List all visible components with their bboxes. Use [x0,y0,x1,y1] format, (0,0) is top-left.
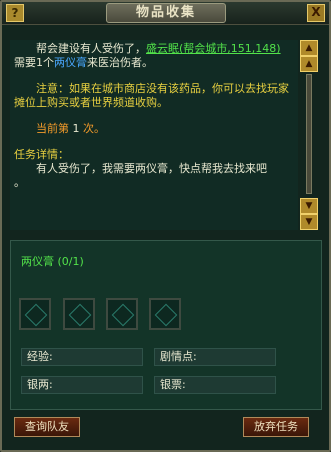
silver-field: 银两: [21,376,143,394]
slot-emblem-icon [111,303,135,327]
item-slot-3[interactable] [106,298,138,330]
scroll-down-icon[interactable]: ▼ [300,198,318,214]
item-link[interactable]: 两仪膏 [54,56,87,69]
slot-emblem-icon [68,303,92,327]
window-title: 物品收集 [106,3,226,23]
current-count-suffix: 次。 [83,122,105,135]
abandon-quest-button[interactable]: 放弃任务 [243,417,309,437]
slot-emblem-icon [154,303,178,327]
quest-text: 需要1个 [14,56,54,69]
quest-line-2: 需要1个两仪膏来医治伤者。 [14,56,294,70]
required-item-label: 两仪膏 (0/1) [21,255,84,268]
item-slot-2[interactable] [63,298,95,330]
help-button[interactable]: ? [6,4,24,22]
npc-location-link[interactable]: 盛云眠(帮会城市,151,148) [146,42,281,55]
scrollbar[interactable]: ▲ ▲ ▼ ▼ [300,40,318,230]
quest-text: 帮会建设有人受伤了， [36,42,146,55]
item-slot-1[interactable] [19,298,51,330]
quest-line-1: 帮会建设有人受伤了，盛云眠(帮会城市,151,148) [14,42,294,56]
title-bar[interactable]: ? 物品收集 X [2,2,329,25]
plot-points-field: 剧情点: [154,348,276,366]
reward-panel: 两仪膏 (0/1) 经验: 剧情点: 银两: 银票: [10,240,322,410]
current-count-line: 当前第 1 次。 [14,122,294,136]
exp-field: 经验: [21,348,143,366]
quest-description-panel: 帮会建设有人受伤了，盛云眠(帮会城市,151,148) 需要1个两仪膏来医治伤者… [10,40,298,230]
detail-dot: 。 [14,176,25,189]
close-button[interactable]: X [307,4,325,22]
slot-emblem-icon [24,303,48,327]
ticket-field: 银票: [154,376,276,394]
detail-text: 有人受伤了，我需要两仪膏，快点帮我去找来吧 [36,162,267,175]
quest-window: ? 物品收集 X 帮会建设有人受伤了，盛云眠(帮会城市,151,148) 需要1… [0,0,331,452]
scroll-top-icon[interactable]: ▲ [300,40,318,56]
detail-heading: 任务详情： [14,148,69,161]
item-slot-4[interactable] [149,298,181,330]
quest-note: 注意：如果在城市商店没有该药品，你可以去找玩家摊位上购买或者世界频道收购。 [14,82,289,109]
current-count-prefix: 当前第 [36,122,69,135]
query-team-button[interactable]: 查询队友 [14,417,80,437]
quest-text: 来医治伤者。 [87,56,153,69]
scroll-up-icon[interactable]: ▲ [300,56,318,72]
scroll-track[interactable] [306,74,312,194]
current-count-value: 1 [72,122,80,135]
scroll-bottom-icon[interactable]: ▼ [300,214,318,230]
